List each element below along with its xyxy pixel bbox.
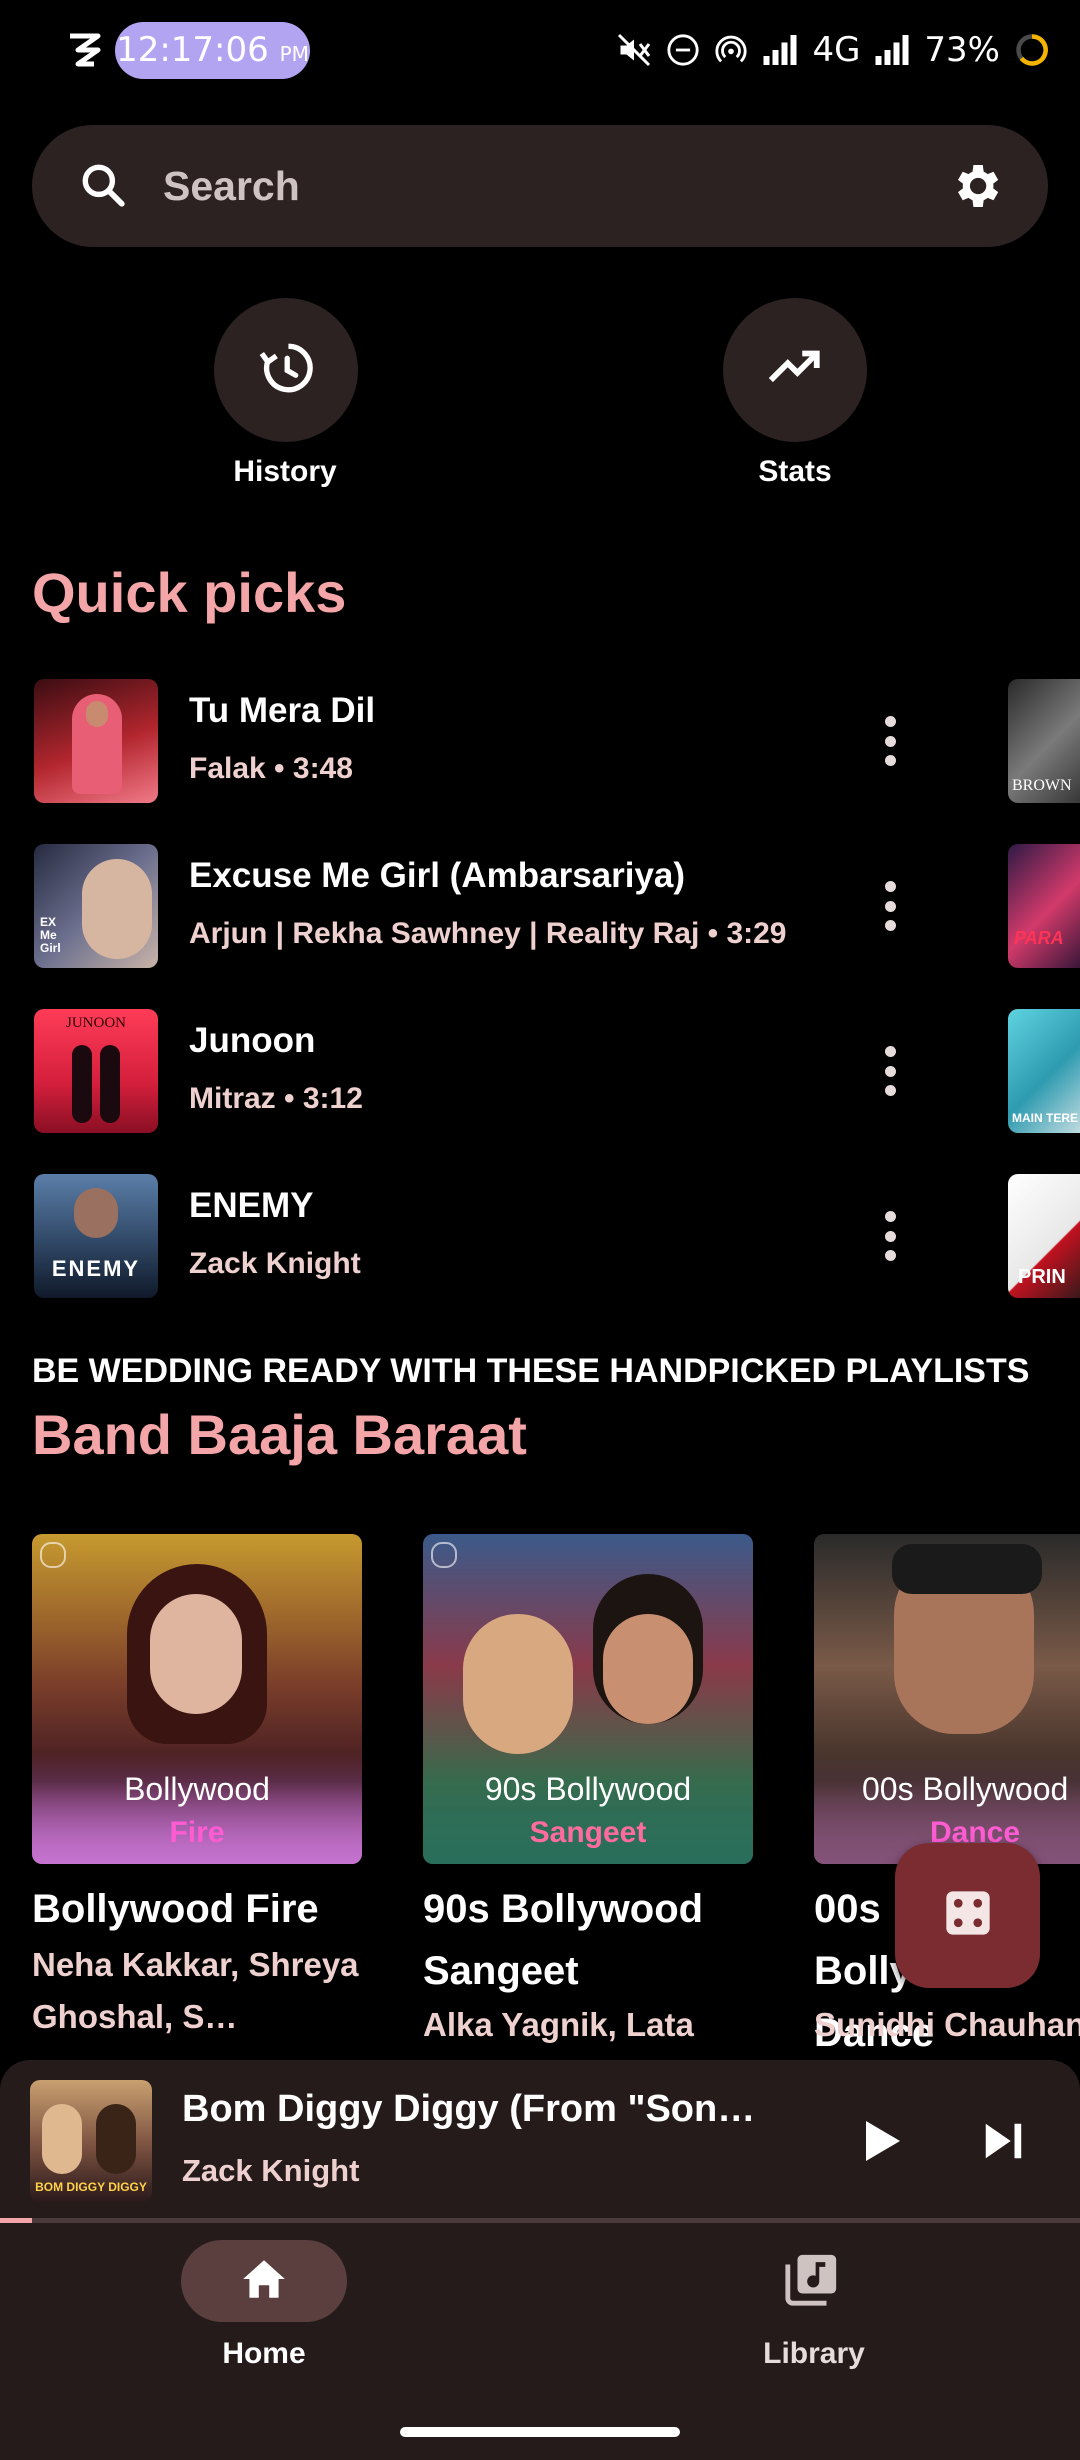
signal-icon-2 [874, 35, 910, 65]
history-icon [257, 339, 315, 402]
nav-label-home[interactable]: Home [164, 2337, 364, 2371]
playlist-subtitle: Sunidhi Chauhan [814, 2006, 1080, 2043]
signal-icon [762, 35, 798, 65]
playlist-badge-icon [431, 1542, 457, 1568]
track-art [34, 679, 158, 803]
now-playing-artist: Zack Knight [182, 2153, 360, 2188]
network-type: 4G [812, 30, 861, 70]
track-art: ENEMY [34, 1174, 158, 1298]
gear-icon[interactable] [948, 158, 1004, 219]
list-item[interactable]: ENEMY ENEMY Zack Knight [34, 1174, 934, 1298]
section-eyebrow: BE WEDDING READY WITH THESE HANDPICKED P… [32, 1352, 1030, 1390]
next-column-art[interactable]: BROWN [1008, 679, 1080, 803]
peek-label: PRIN [1018, 1266, 1066, 1288]
status-icons: 4G 73% [616, 28, 1050, 72]
track-title: Excuse Me Girl (Ambarsariya) [189, 856, 686, 895]
history-button[interactable] [214, 298, 358, 442]
history-label: History [233, 455, 337, 488]
stats-button[interactable] [723, 298, 867, 442]
track-art: EX Me Girl [34, 844, 158, 968]
dice-icon [942, 1887, 994, 1944]
search-icon[interactable] [78, 160, 128, 215]
track-art: JUNOON [34, 1009, 158, 1133]
track-subtitle: Falak • 3:48 [189, 752, 353, 785]
mini-player[interactable] [0, 2060, 1080, 2218]
nav-item-library[interactable] [783, 2250, 841, 2313]
list-item[interactable]: EX Me Girl Excuse Me Girl (Ambarsariya) Ar… [34, 844, 934, 968]
peek-label: MAIN TERE [1012, 1111, 1078, 1125]
next-column-art[interactable]: PARA [1008, 844, 1080, 968]
nav-label-library[interactable]: Library [714, 2337, 914, 2371]
play-icon[interactable] [860, 2117, 904, 2170]
playlist-card-art[interactable]: 90s Bollywood Sangeet [423, 1534, 753, 1864]
more-options-icon[interactable] [884, 1046, 896, 1096]
card-overlay-line1: 90s Bollywood [484, 1771, 692, 1807]
card-overlay-line2: Sangeet [529, 1816, 647, 1849]
list-item[interactable]: JUNOON Junoon Mitraz • 3:12 [34, 1009, 934, 1133]
list-item[interactable]: Tu Mera Dil Falak • 3:48 [34, 679, 934, 803]
track-subtitle: Arjun | Rekha Sawhney | Reality Raj • 3:… [189, 917, 787, 950]
library-icon [783, 2254, 841, 2312]
stats-label: Stats [758, 455, 832, 488]
skip-next-icon[interactable] [980, 2117, 1026, 2170]
battery-percent: 73% [924, 30, 1000, 70]
card-overlay-line1: 00s Bollywood [862, 1771, 1069, 1807]
more-options-icon[interactable] [884, 1211, 896, 1261]
playlist-badge-icon [40, 1542, 66, 1568]
shuffle-dice-button[interactable] [895, 1843, 1040, 1988]
clock-pill: 12:17:06 PM [115, 22, 310, 79]
now-playing-art[interactable]: BOM DIGGY DIGGY [30, 2080, 152, 2202]
next-column-art[interactable]: PRIN [1008, 1174, 1080, 1298]
trending-icon [766, 339, 824, 402]
card-overlay-line1: Bollywood [124, 1771, 270, 1807]
art-caption: BOM DIGGY DIGGY [35, 2180, 147, 2194]
bottom-navigation [0, 2223, 1080, 2460]
track-title: Tu Mera Dil [189, 691, 376, 730]
gesture-bar[interactable] [400, 2427, 680, 2437]
clock-time: 12:17:06 [116, 30, 269, 70]
more-options-icon[interactable] [884, 881, 896, 931]
more-options-icon[interactable] [884, 716, 896, 766]
section-title: Band Baaja Baraat [32, 1403, 527, 1466]
playlist-subtitle: Alka Yagnik, Lata [423, 2006, 694, 2043]
quick-picks-title: Quick picks [32, 561, 347, 624]
playlist-card-art[interactable]: 00s Bollywood Dance [814, 1534, 1080, 1864]
mute-icon [616, 32, 652, 68]
track-title: ENEMY [189, 1186, 314, 1225]
clock-ampm: PM [279, 42, 309, 66]
card-overlay-line2: Fire [169, 1816, 225, 1849]
playlist-subtitle: Neha Kakkar, Shreya Ghoshal, S… [32, 1946, 359, 2035]
playlist-title[interactable]: 90s Bollywood Sangeet [423, 1878, 753, 2002]
track-subtitle: Mitraz • 3:12 [189, 1082, 363, 1115]
next-column-art[interactable]: MAIN TERE [1008, 1009, 1080, 1133]
search-input[interactable]: Search [163, 160, 300, 212]
hotspot-icon [714, 33, 748, 67]
playlist-card-art[interactable]: Bollywood Fire [32, 1534, 362, 1864]
nav-item-home[interactable] [181, 2240, 347, 2322]
app-logo-icon [64, 30, 104, 79]
track-subtitle: Zack Knight [189, 1247, 361, 1280]
peek-label: BROWN [1012, 777, 1072, 794]
playlist-title[interactable]: Bollywood Fire [32, 1878, 362, 1940]
peek-label: PARA [1014, 928, 1064, 948]
home-icon [239, 2256, 289, 2307]
now-playing-title[interactable]: Bom Diggy Diggy (From "Son… [182, 2088, 802, 2131]
dnd-icon [666, 33, 700, 67]
track-title: Junoon [189, 1021, 316, 1060]
battery-ring-icon [1014, 32, 1050, 68]
